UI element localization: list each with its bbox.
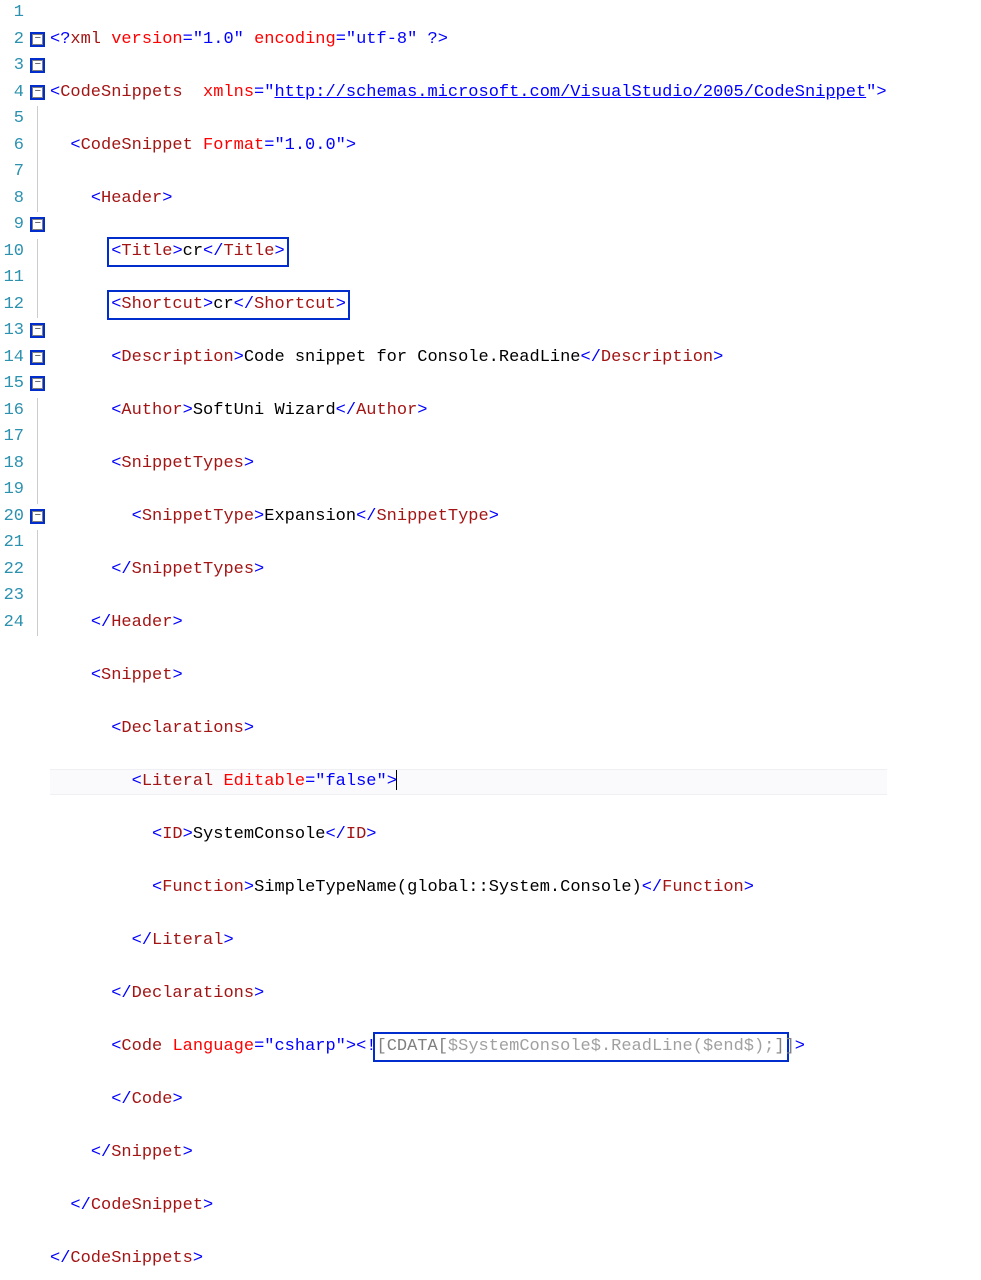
code-line[interactable]: </Code> xyxy=(50,1087,887,1114)
code-line[interactable]: </Header> xyxy=(50,610,887,637)
fold-toggle[interactable]: − xyxy=(28,345,46,372)
text-caret xyxy=(396,770,397,790)
code-line[interactable]: <CodeSnippets xmlns="http://schemas.micr… xyxy=(50,80,887,107)
code-line[interactable]: <Function>SimpleTypeName(global::System.… xyxy=(50,875,887,902)
line-number-gutter: 1 2 3 4 5 6 7 8 9 10 11 12 13 14 15 16 1… xyxy=(0,0,28,1280)
line-number: 12 xyxy=(0,292,24,319)
code-line[interactable]: <?xml version="1.0" encoding="utf-8" ?> xyxy=(50,27,887,54)
line-number: 17 xyxy=(0,424,24,451)
line-number: 3 xyxy=(0,53,24,80)
fold-toggle[interactable]: − xyxy=(28,80,46,107)
line-number: 10 xyxy=(0,239,24,266)
line-number: 9 xyxy=(0,212,24,239)
code-line[interactable]: </Declarations> xyxy=(50,981,887,1008)
code-line-current[interactable]: <Literal Editable="false"> xyxy=(50,769,887,796)
fold-toggle[interactable]: − xyxy=(28,212,46,239)
code-area[interactable]: <?xml version="1.0" encoding="utf-8" ?> … xyxy=(46,0,887,1280)
line-number: 20 xyxy=(0,504,24,531)
fold-spacer xyxy=(28,0,46,27)
line-number: 2 xyxy=(0,27,24,54)
fold-gutter: − − − − − − − − xyxy=(28,0,46,1280)
line-number: 13 xyxy=(0,318,24,345)
line-number: 16 xyxy=(0,398,24,425)
code-line[interactable]: <Title>cr</Title> xyxy=(50,239,887,266)
code-line[interactable]: </CodeSnippet> xyxy=(50,1193,887,1220)
line-number: 7 xyxy=(0,159,24,186)
code-line[interactable]: <SnippetType>Expansion</SnippetType> xyxy=(50,504,887,531)
line-number: 21 xyxy=(0,530,24,557)
code-line[interactable]: <Header> xyxy=(50,186,887,213)
line-number: 23 xyxy=(0,583,24,610)
fold-toggle[interactable]: − xyxy=(28,318,46,345)
code-editor[interactable]: 1 2 3 4 5 6 7 8 9 10 11 12 13 14 15 16 1… xyxy=(0,0,981,1280)
code-line[interactable]: <CodeSnippet Format="1.0.0"> xyxy=(50,133,887,160)
code-line[interactable]: <ID>SystemConsole</ID> xyxy=(50,822,887,849)
line-number: 5 xyxy=(0,106,24,133)
code-line[interactable]: <Snippet> xyxy=(50,663,887,690)
fold-toggle[interactable]: − xyxy=(28,27,46,54)
line-number: 14 xyxy=(0,345,24,372)
line-number: 19 xyxy=(0,477,24,504)
line-number: 6 xyxy=(0,133,24,160)
line-number: 1 xyxy=(0,0,24,27)
code-line[interactable]: <Declarations> xyxy=(50,716,887,743)
code-line[interactable]: </Literal> xyxy=(50,928,887,955)
fold-toggle[interactable]: − xyxy=(28,371,46,398)
code-line[interactable]: <Shortcut>cr</Shortcut> xyxy=(50,292,887,319)
code-line[interactable]: <Author>SoftUni Wizard</Author> xyxy=(50,398,887,425)
line-number: 4 xyxy=(0,80,24,107)
code-line[interactable]: </CodeSnippets> xyxy=(50,1246,887,1273)
line-number: 11 xyxy=(0,265,24,292)
line-number: 24 xyxy=(0,610,24,637)
code-line[interactable]: <Code Language="csharp"><![CDATA[$System… xyxy=(50,1034,887,1061)
code-line[interactable]: </Snippet> xyxy=(50,1140,887,1167)
fold-toggle[interactable]: − xyxy=(28,53,46,80)
code-line[interactable]: </SnippetTypes> xyxy=(50,557,887,584)
code-line[interactable]: <Description>Code snippet for Console.Re… xyxy=(50,345,887,372)
line-number: 18 xyxy=(0,451,24,478)
fold-toggle[interactable]: − xyxy=(28,504,46,531)
line-number: 8 xyxy=(0,186,24,213)
code-line[interactable]: <SnippetTypes> xyxy=(50,451,887,478)
line-number: 15 xyxy=(0,371,24,398)
line-number: 22 xyxy=(0,557,24,584)
